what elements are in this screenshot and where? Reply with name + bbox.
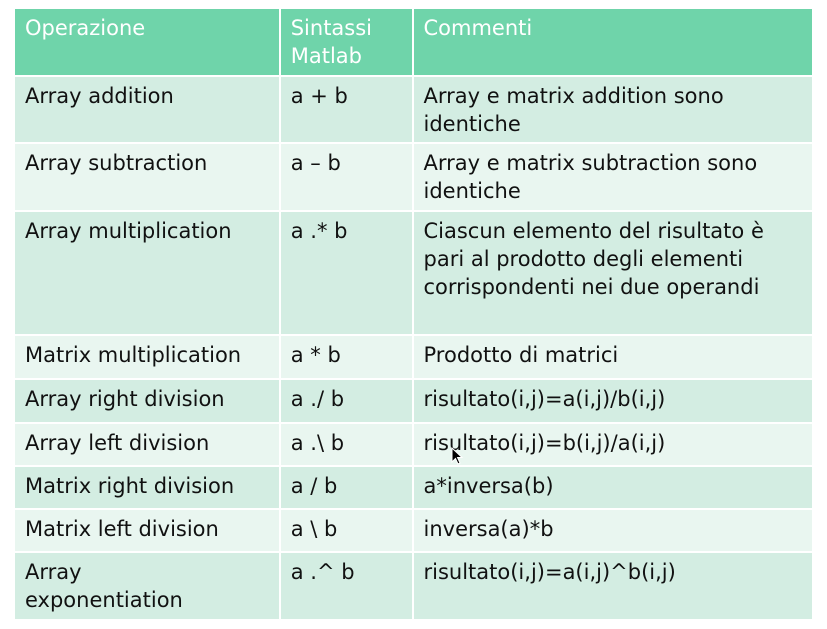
- syntax-cell: a .\ b: [278, 424, 412, 467]
- header-sintassi: Sintassi Matlab: [278, 9, 412, 77]
- comment-cell: risultato(i,j)=b(i,j)/a(i,j): [411, 424, 812, 467]
- table-row: Array exponentiation a .^ b risultato(i,…: [15, 553, 812, 619]
- table-row: Array subtraction a – b Array e matrix s…: [15, 144, 812, 212]
- comment-cell: Array e matrix subtraction sono identich…: [411, 144, 812, 212]
- syntax-cell: a – b: [278, 144, 412, 212]
- operation-cell: Array left division: [15, 424, 279, 467]
- operation-cell: Array subtraction: [15, 144, 279, 212]
- operation-cell: Array right division: [15, 380, 279, 424]
- header-commenti: Commenti: [411, 9, 812, 77]
- header-operazione: Operazione: [15, 9, 279, 77]
- operation-cell: Array multiplication: [15, 212, 279, 336]
- syntax-cell: a / b: [278, 467, 412, 510]
- operation-cell: Matrix right division: [15, 467, 279, 510]
- mouse-pointer-icon: [451, 447, 464, 465]
- comment-cell: risultato(i,j)=a(i,j)^b(i,j): [411, 553, 812, 619]
- syntax-cell: a .* b: [278, 212, 412, 336]
- operation-cell: Matrix left division: [15, 510, 279, 553]
- syntax-cell: a ./ b: [278, 380, 412, 424]
- header-row: Operazione Sintassi Matlab Commenti: [15, 9, 812, 77]
- syntax-cell: a * b: [278, 336, 412, 380]
- comment-cell: Array e matrix addition sono identiche: [411, 77, 812, 144]
- table-row: Array addition a + b Array e matrix addi…: [15, 77, 812, 144]
- matlab-operations-table: Operazione Sintassi Matlab Commenti Arra…: [15, 9, 812, 619]
- comment-cell: a*inversa(b): [411, 467, 812, 510]
- syntax-cell: a .^ b: [278, 553, 412, 619]
- operation-cell: Array addition: [15, 77, 279, 144]
- table-row: Array right division a ./ b risultato(i,…: [15, 380, 812, 424]
- comment-cell: Prodotto di matrici: [411, 336, 812, 380]
- table-row: Matrix multiplication a * b Prodotto di …: [15, 336, 812, 380]
- table-row: Matrix right division a / b a*inversa(b): [15, 467, 812, 510]
- syntax-cell: a + b: [278, 77, 412, 144]
- operation-cell: Array exponentiation: [15, 553, 279, 619]
- table-row: Array left division a .\ b risultato(i,j…: [15, 424, 812, 467]
- comment-cell: inversa(a)*b: [411, 510, 812, 553]
- table-row: Matrix left division a \ b inversa(a)*b: [15, 510, 812, 553]
- operation-cell: Matrix multiplication: [15, 336, 279, 380]
- table-row: Array multiplication a .* b Ciascun elem…: [15, 212, 812, 336]
- comment-cell: Ciascun elemento del risultato è pari al…: [411, 212, 812, 336]
- comment-cell: risultato(i,j)=a(i,j)/b(i,j): [411, 380, 812, 424]
- syntax-cell: a \ b: [278, 510, 412, 553]
